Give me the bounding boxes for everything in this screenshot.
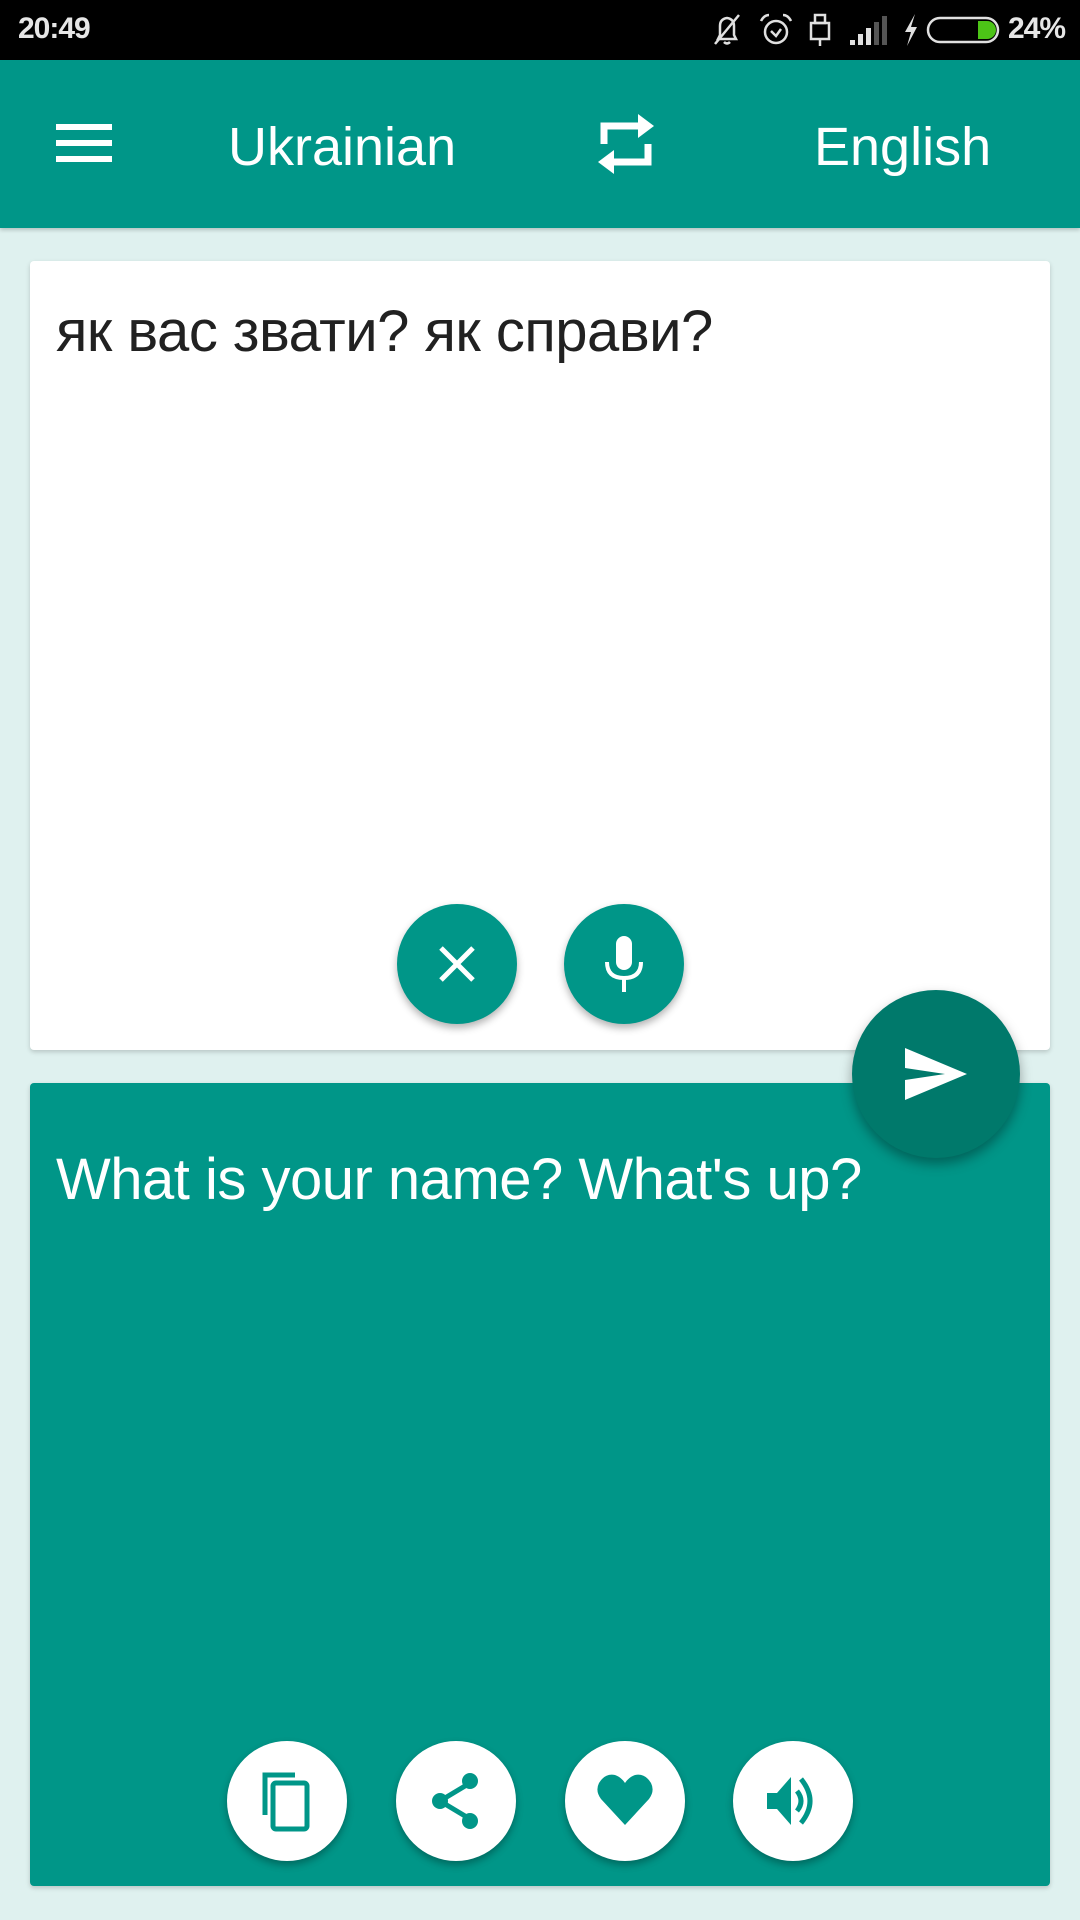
swap-languages-icon: [598, 114, 654, 174]
translated-text: What is your name? What's up?: [56, 1147, 862, 1212]
share-icon: [432, 1773, 478, 1829]
microphone-button[interactable]: [564, 904, 684, 1024]
status-time: 20:49: [18, 12, 91, 45]
charging-icon: [905, 14, 917, 46]
speak-button[interactable]: [733, 1741, 853, 1861]
copy-icon: [262, 1772, 310, 1832]
status-bar: 20:49 24%: [0, 0, 1080, 60]
favorite-button[interactable]: [565, 1741, 685, 1861]
source-text-input[interactable]: як вас звати? як справи?: [56, 297, 1024, 367]
close-icon: [439, 946, 475, 982]
source-language-selector[interactable]: Ukrainian: [228, 115, 456, 179]
notifications-off-icon: [714, 14, 740, 45]
translate-button[interactable]: [852, 990, 1020, 1158]
battery-percent: 24%: [1008, 12, 1066, 45]
copy-button[interactable]: [227, 1741, 347, 1861]
input-card: як вас звати? як справи?: [30, 261, 1050, 1050]
swap-languages-button[interactable]: [590, 110, 662, 178]
share-button[interactable]: [396, 1741, 516, 1861]
battery-icon: [926, 16, 1000, 44]
alarm-icon: [759, 13, 793, 45]
clear-button[interactable]: [397, 904, 517, 1024]
app-bar: Ukrainian English: [0, 60, 1080, 228]
target-language-selector[interactable]: English: [814, 115, 991, 179]
output-card: What is your name? What's up?: [30, 1083, 1050, 1886]
send-icon: [905, 1048, 967, 1100]
usb-icon: [809, 13, 831, 46]
signal-icon: [850, 16, 887, 45]
speaker-icon: [767, 1777, 813, 1825]
microphone-icon: [605, 936, 643, 992]
menu-button[interactable]: [50, 116, 118, 172]
heart-icon: [597, 1774, 653, 1825]
